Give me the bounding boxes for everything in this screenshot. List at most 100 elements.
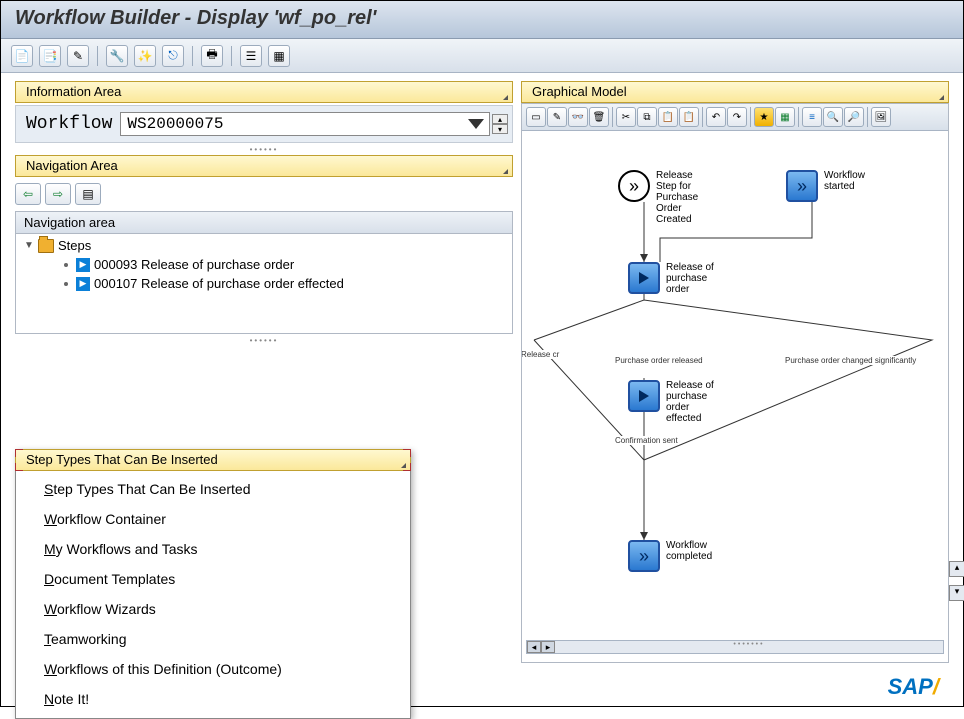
wand-icon[interactable]: ✨ [134, 45, 156, 67]
nav-layout-icon[interactable]: ▤ [75, 183, 101, 205]
node-label: Release of purchase order effected [666, 380, 726, 424]
trash-icon[interactable]: 🗑 [589, 107, 609, 127]
graph-panel: ▭ ✎ 👓 🗑 ✂ ⧉ 📋 📋 ↶ ↷ ★ ▦ ≡ 🔍 🔎 [521, 103, 949, 663]
scroll-right-icon[interactable]: ▸ [541, 641, 555, 653]
start-event-icon[interactable]: » [618, 170, 650, 202]
flow-lines [522, 160, 948, 638]
menu-item-workflows-definition[interactable]: Workflows of this Definition (Outcome) [16, 654, 410, 684]
nav-button-bar: ⇦ ⇨ ▤ [15, 179, 513, 209]
pencil-icon[interactable]: ✎ [547, 107, 567, 127]
graphical-model-header: Graphical Model [521, 81, 949, 103]
separator [702, 107, 703, 127]
end-event-icon[interactable]: » [628, 540, 660, 572]
step-types-menu: Step Types That Can Be Inserted Workflow… [16, 470, 410, 718]
edge-label-conf-sent: Confirmation sent [614, 436, 679, 445]
tree-root-steps[interactable]: ▼ Steps [16, 236, 512, 255]
menu-item-workflow-wizards[interactable]: Workflow Wizards [16, 594, 410, 624]
navigation-tree: Navigation area ▼ Steps ▶ 000093 Release… [15, 211, 513, 334]
select-icon[interactable]: ▭ [526, 107, 546, 127]
scroll-left-icon[interactable]: ◂ [527, 641, 541, 653]
side-scroll-controls: ▴ ▾ [949, 561, 964, 601]
paste2-icon[interactable]: 📋 [679, 107, 699, 127]
collapse-icon[interactable] [401, 463, 406, 468]
nav-back-icon[interactable]: ⇦ [15, 183, 41, 205]
scroll-down-icon[interactable]: ▾ [949, 585, 964, 601]
separator [798, 107, 799, 127]
collapse-icon[interactable] [503, 169, 508, 174]
image-icon[interactable]: 🖼 [871, 107, 891, 127]
redo-icon[interactable]: ↷ [727, 107, 747, 127]
list-icon[interactable]: ☰ [240, 45, 262, 67]
event-icon[interactable]: » [786, 170, 818, 202]
bullet-icon [64, 263, 68, 267]
spinner-down-icon[interactable]: ▾ [492, 124, 508, 134]
edge-label-po-released: Purchase order released [614, 356, 704, 365]
tree-step-000107[interactable]: ▶ 000107 Release of purchase order effec… [16, 274, 512, 293]
copy-icon[interactable]: ⧉ [637, 107, 657, 127]
menu-item-workflow-container[interactable]: Workflow Container [16, 504, 410, 534]
undo-icon[interactable]: ↶ [706, 107, 726, 127]
glasses-icon[interactable]: 👓 [568, 107, 588, 127]
new-doc-icon[interactable]: 📄 [11, 45, 33, 67]
separator [750, 107, 751, 127]
node-release-po-effected[interactable]: Release of purchase order effected [628, 380, 726, 424]
scroll-up-icon[interactable]: ▴ [949, 561, 964, 577]
graph-hscrollbar[interactable]: ◂ ▸ ••••••• [526, 640, 944, 654]
grid-icon[interactable]: ▦ [775, 107, 795, 127]
align-icon[interactable]: ≡ [802, 107, 822, 127]
collapse-icon[interactable] [939, 95, 944, 100]
print-icon[interactable]: 🖶 [201, 45, 223, 67]
separator [231, 46, 232, 66]
test-icon[interactable]: ⎋ [162, 45, 184, 67]
zoom-in-icon[interactable]: 🔍 [823, 107, 843, 127]
resize-grip[interactable]: •••••• [15, 145, 513, 153]
separator [867, 107, 868, 127]
graph-canvas[interactable]: » Release Step for Purchase Order Create… [522, 160, 948, 638]
edge-label-release: Release cr [522, 350, 560, 359]
nav-forward-icon[interactable]: ⇨ [45, 183, 71, 205]
copy-doc-icon[interactable]: 📑 [39, 45, 61, 67]
step-play-icon: ▶ [76, 258, 90, 272]
zoom-out-icon[interactable]: 🔎 [844, 107, 864, 127]
collapse-icon[interactable] [503, 95, 508, 100]
menu-item-my-workflows[interactable]: My Workflows and Tasks [16, 534, 410, 564]
nav-area-title: Navigation Area [26, 158, 118, 173]
menu-item-document-templates[interactable]: Document Templates [16, 564, 410, 594]
paste-icon[interactable]: 📋 [658, 107, 678, 127]
graph-toolbar: ▭ ✎ 👓 🗑 ✂ ⧉ 📋 📋 ↶ ↷ ★ ▦ ≡ 🔍 🔎 [522, 104, 948, 131]
step-play-icon: ▶ [76, 277, 90, 291]
caret-down-icon[interactable]: ▼ [24, 240, 34, 251]
step-types-popup: Step Types That Can Be Inserted Step Typ… [15, 449, 411, 719]
workflow-id-input[interactable] [120, 112, 490, 136]
workflow-label: Workflow [20, 114, 112, 134]
cut-icon[interactable]: ✂ [616, 107, 636, 127]
version-spinner[interactable]: ▴ ▾ [492, 114, 508, 134]
separator [612, 107, 613, 127]
tree-header: Navigation area [16, 212, 512, 234]
workflow-selector-row: Workflow ▴ ▾ [15, 105, 513, 143]
menu-item-note-it[interactable]: Note It! [16, 684, 410, 714]
highlight-icon[interactable]: ★ [754, 107, 774, 127]
tree-step-000093[interactable]: ▶ 000093 Release of purchase order [16, 255, 512, 274]
menu-item-teamworking[interactable]: Teamworking [16, 624, 410, 654]
node-release-po[interactable]: Release of purchase order [628, 262, 726, 295]
node-start-event[interactable]: » Release Step for Purchase Order Create… [618, 170, 716, 225]
activate-icon[interactable]: 🔧 [106, 45, 128, 67]
sap-logo: SAP/ [888, 674, 939, 700]
graph-header-title: Graphical Model [532, 84, 627, 99]
node-wf-started[interactable]: » Workflow started [786, 170, 884, 202]
step-types-header[interactable]: Step Types That Can Be Inserted [15, 449, 411, 471]
node-wf-completed[interactable]: » Workflow completed [628, 540, 726, 572]
activity-icon[interactable] [628, 380, 660, 412]
information-area-header: Information Area [15, 81, 513, 103]
activity-icon[interactable] [628, 262, 660, 294]
menu-item-step-types[interactable]: Step Types That Can Be Inserted [16, 474, 410, 504]
container-icon[interactable]: ▦ [268, 45, 290, 67]
spinner-up-icon[interactable]: ▴ [492, 114, 508, 124]
dropdown-icon[interactable] [468, 119, 484, 129]
scroll-track[interactable]: ••••••• [555, 641, 943, 653]
folder-icon [38, 239, 54, 253]
edit-pencil-icon[interactable]: ✎ [67, 45, 89, 67]
node-label: Release Step for Purchase Order Created [656, 170, 716, 225]
resize-grip[interactable]: •••••• [15, 336, 513, 344]
